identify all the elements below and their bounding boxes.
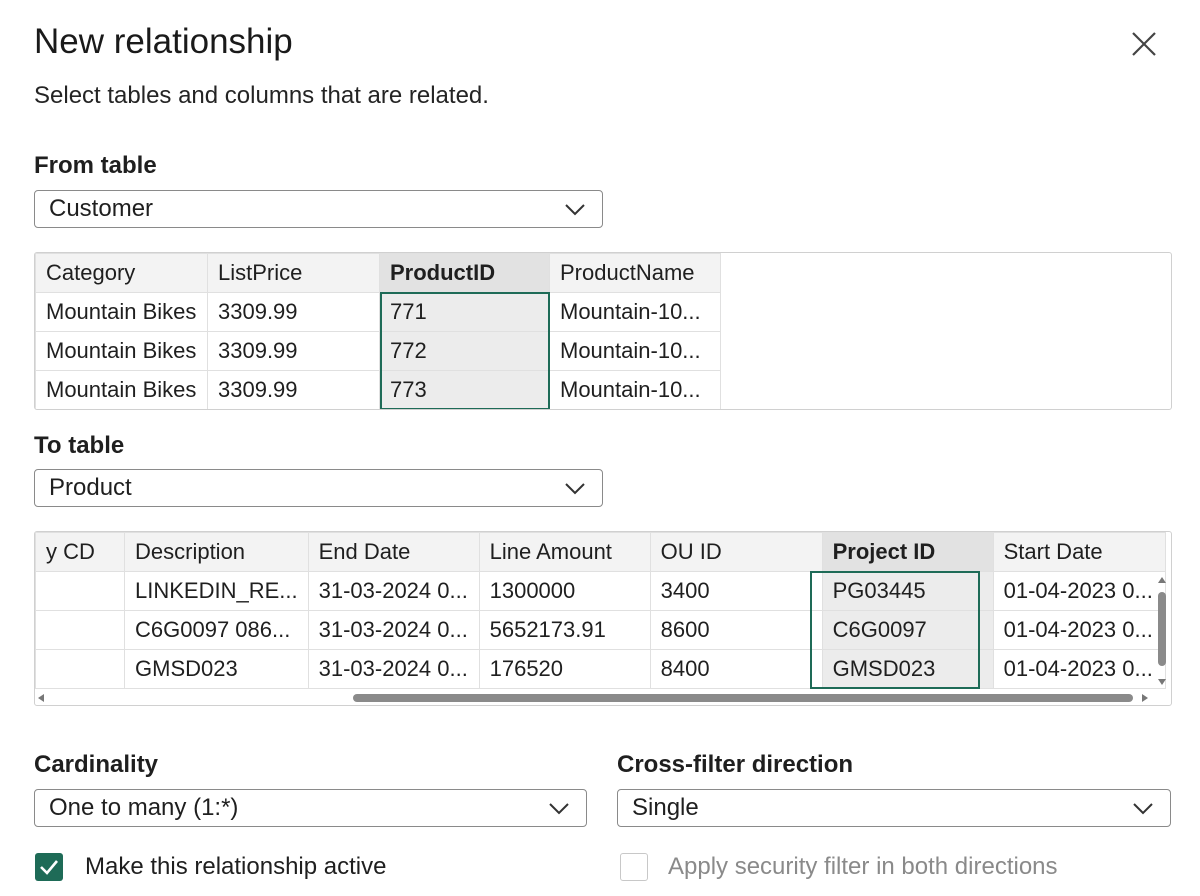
table-cell[interactable] xyxy=(35,610,125,650)
table-cell[interactable]: C6G0097 086... xyxy=(124,610,309,650)
security-filter-checkbox[interactable] xyxy=(620,853,648,881)
from-table-dropdown[interactable]: Customer xyxy=(34,190,603,228)
column-header[interactable]: ProductName xyxy=(549,253,721,293)
security-filter-label: Apply security filter in both directions xyxy=(668,853,1058,880)
table-cell[interactable]: 771 xyxy=(379,292,550,332)
table-cell[interactable]: GMSD023 xyxy=(821,649,994,689)
cross-filter-dropdown[interactable]: Single xyxy=(617,789,1171,827)
table-cell[interactable]: 01-04-2023 0... xyxy=(992,610,1166,650)
table-cell[interactable]: 5652173.91 xyxy=(478,610,651,650)
table-cell[interactable]: Mountain Bikes xyxy=(35,331,208,371)
to-table-preview: y CD Description End Date Line Amount OU ID P… xyxy=(34,531,1172,706)
cross-filter-label: Cross-filter direction xyxy=(617,751,854,778)
to-table-selected: Product xyxy=(49,474,132,501)
from-table-header-row: Category ListPrice ProductID ProductName xyxy=(35,253,721,293)
table-cell[interactable] xyxy=(35,571,125,611)
to-table-grid: y CD Description End Date Line Amount OU ID P… xyxy=(35,532,1166,689)
active-relationship-label: Make this relationship active xyxy=(85,853,387,880)
column-header[interactable]: End Date xyxy=(307,532,480,572)
table-cell[interactable]: 8600 xyxy=(649,610,823,650)
table-row: Mountain Bikes 3309.99 773 Mountain-10... xyxy=(35,370,721,409)
table-cell[interactable]: 3400 xyxy=(649,571,823,611)
table-cell[interactable]: 3309.99 xyxy=(207,292,380,332)
table-row: GMSD023 31-03-2024 0... 176520 8400 GMSD023 0… xyxy=(35,649,1166,689)
vertical-scrollbar[interactable] xyxy=(1155,574,1169,690)
from-table-label: From table xyxy=(34,152,157,179)
table-cell[interactable]: 3309.99 xyxy=(207,370,380,409)
column-header[interactable]: y CD xyxy=(35,532,125,572)
table-cell[interactable]: Mountain-10... xyxy=(549,370,721,409)
table-cell[interactable]: Mountain Bikes xyxy=(35,370,208,409)
column-header[interactable]: ProductID xyxy=(379,253,550,293)
column-header[interactable]: Start Date xyxy=(992,532,1166,572)
scroll-down-icon[interactable] xyxy=(1157,678,1167,686)
cardinality-label: Cardinality xyxy=(34,751,159,778)
to-table-label: To table xyxy=(34,432,125,459)
table-row: LINKEDIN_RE... 31-03-2024 0... 1300000 3400… xyxy=(35,571,1166,611)
dialog-title: New relationship xyxy=(34,22,293,61)
column-header[interactable]: ListPrice xyxy=(207,253,380,293)
close-icon[interactable] xyxy=(1128,28,1160,60)
table-cell[interactable]: 31-03-2024 0... xyxy=(307,571,480,611)
vertical-scroll-thumb[interactable] xyxy=(1158,592,1166,666)
table-row: Mountain Bikes 3309.99 771 Mountain-10... xyxy=(35,292,721,332)
column-header[interactable]: OU ID xyxy=(649,532,823,572)
table-cell[interactable]: GMSD023 xyxy=(124,649,309,689)
chevron-down-icon xyxy=(565,204,585,216)
table-cell[interactable]: LINKEDIN_RE... xyxy=(124,571,309,611)
table-cell[interactable]: Mountain-10... xyxy=(549,331,721,371)
column-header[interactable]: Project ID xyxy=(821,532,994,572)
table-cell[interactable]: 1300000 xyxy=(478,571,651,611)
table-cell[interactable]: 772 xyxy=(379,331,550,371)
dialog-subtitle: Select tables and columns that are relat… xyxy=(34,82,489,109)
chevron-down-icon xyxy=(1133,803,1153,815)
scroll-up-icon[interactable] xyxy=(1157,576,1167,584)
scroll-right-icon[interactable] xyxy=(1141,693,1149,703)
horizontal-scroll-thumb[interactable] xyxy=(353,694,1133,702)
cardinality-selected: One to many (1:*) xyxy=(49,794,239,821)
table-cell[interactable]: 01-04-2023 0... xyxy=(992,571,1166,611)
cardinality-dropdown[interactable]: One to many (1:*) xyxy=(34,789,587,827)
table-row: Mountain Bikes 3309.99 772 Mountain-10... xyxy=(35,331,721,371)
scroll-left-icon[interactable] xyxy=(37,693,45,703)
from-table-selected: Customer xyxy=(49,195,154,222)
chevron-down-icon xyxy=(549,803,569,815)
chevron-down-icon xyxy=(565,483,585,495)
to-table-header-row: y CD Description End Date Line Amount OU ID P… xyxy=(35,532,1166,572)
table-cell[interactable]: Mountain Bikes xyxy=(35,292,208,332)
cross-filter-selected: Single xyxy=(632,794,699,821)
table-cell[interactable]: 31-03-2024 0... xyxy=(307,610,480,650)
table-row: C6G0097 086... 31-03-2024 0... 5652173.91 8… xyxy=(35,610,1166,650)
table-cell[interactable]: 31-03-2024 0... xyxy=(307,649,480,689)
checkmark-icon xyxy=(40,860,58,875)
from-table-grid: Category ListPrice ProductID ProductName Mo… xyxy=(35,253,721,409)
from-table-preview: Category ListPrice ProductID ProductName Mo… xyxy=(34,252,1172,410)
table-cell[interactable]: Mountain-10... xyxy=(549,292,721,332)
table-cell[interactable]: 3309.99 xyxy=(207,331,380,371)
table-cell[interactable]: 176520 xyxy=(478,649,651,689)
table-cell[interactable]: 773 xyxy=(379,370,550,409)
table-cell[interactable]: C6G0097 xyxy=(821,610,994,650)
column-header[interactable]: Line Amount xyxy=(478,532,651,572)
table-cell[interactable] xyxy=(35,649,125,689)
table-cell[interactable]: 8400 xyxy=(649,649,823,689)
to-table-dropdown[interactable]: Product xyxy=(34,469,603,507)
table-cell[interactable]: PG03445 xyxy=(821,571,994,611)
table-cell[interactable]: 01-04-2023 0... xyxy=(992,649,1166,689)
column-header[interactable]: Description xyxy=(124,532,309,572)
active-relationship-checkbox[interactable] xyxy=(35,853,63,881)
column-header[interactable]: Category xyxy=(35,253,208,293)
